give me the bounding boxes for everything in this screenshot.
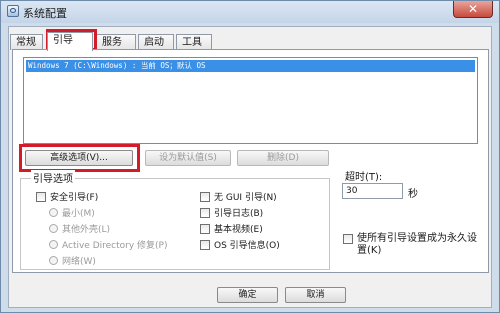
boot-os-entry[interactable]: Windows 7 (C:\Windows) : 当前 OS；默认 OS xyxy=(26,60,475,72)
set-default-button[interactable]: 设为默认值(S) xyxy=(145,150,231,166)
boot-log-checkbox[interactable]: 引导日志(B) xyxy=(200,206,263,219)
no-gui-boot-checkbox[interactable]: 无 GUI 引导(N) xyxy=(200,190,277,203)
tab-startup[interactable]: 启动 xyxy=(138,34,174,50)
checkbox-box[interactable] xyxy=(36,191,46,202)
no-gui-boot-label: 无 GUI 引导(N) xyxy=(214,193,277,203)
network-radio[interactable]: 网络(W) xyxy=(49,254,96,267)
persist-settings-label: 使所有引导设置成为永久设置(K) xyxy=(357,233,477,256)
checkbox-box[interactable] xyxy=(343,234,353,244)
window-title: 系统配置 xyxy=(23,7,67,20)
radio-circle[interactable] xyxy=(49,256,58,265)
active-directory-radio[interactable]: Active Directory 修复(P) xyxy=(49,238,168,251)
checkbox-box[interactable] xyxy=(200,239,210,250)
os-boot-info-checkbox[interactable]: OS 引导信息(O) xyxy=(200,238,280,251)
safe-boot-checkbox[interactable]: 安全引导(F) xyxy=(36,190,98,203)
checkbox-box[interactable] xyxy=(200,223,210,234)
tab-services[interactable]: 服务 xyxy=(96,34,136,50)
tab-tools[interactable]: 工具 xyxy=(176,34,212,50)
os-boot-info-label: OS 引导信息(O) xyxy=(214,241,280,251)
close-button[interactable]: ✕ xyxy=(453,1,493,18)
timeout-input[interactable]: 30 xyxy=(342,183,403,199)
boot-options-label: 引导选项 xyxy=(31,170,75,185)
active-directory-label: Active Directory 修复(P) xyxy=(62,241,168,251)
delete-button[interactable]: 删除(D) xyxy=(237,150,329,166)
minimal-label: 最小(M) xyxy=(62,209,95,219)
network-label: 网络(W) xyxy=(62,257,96,267)
alternate-shell-label: 其他外壳(L) xyxy=(62,225,111,235)
radio-circle[interactable] xyxy=(49,208,58,217)
base-video-label: 基本视频(E) xyxy=(214,225,263,235)
timeout-unit: 秒 xyxy=(408,189,418,200)
checkbox-box[interactable] xyxy=(200,207,210,218)
radio-circle[interactable] xyxy=(49,224,58,233)
cancel-button[interactable]: 取消 xyxy=(285,287,346,303)
tab-boot[interactable]: 引导 xyxy=(47,32,93,51)
safe-boot-label: 安全引导(F) xyxy=(50,193,99,203)
boot-log-label: 引导日志(B) xyxy=(214,209,264,219)
base-video-checkbox[interactable]: 基本视频(E) xyxy=(200,222,263,235)
persist-settings-checkbox[interactable]: 使所有引导设置成为永久设置(K) xyxy=(343,233,483,257)
ok-button[interactable]: 确定 xyxy=(217,287,278,303)
checkbox-box[interactable] xyxy=(200,191,210,202)
msconfig-icon xyxy=(7,5,19,17)
radio-circle[interactable] xyxy=(49,240,58,249)
boot-os-list[interactable]: Windows 7 (C:\Windows) : 当前 OS；默认 OS xyxy=(23,57,478,144)
alternate-shell-radio[interactable]: 其他外壳(L) xyxy=(49,222,110,235)
advanced-options-button[interactable]: 高级选项(V)... xyxy=(25,150,133,166)
timeout-label: 超时(T): xyxy=(345,172,383,183)
title-bar: 系统配置 ✕ xyxy=(1,1,499,23)
tab-general[interactable]: 常规 xyxy=(10,34,43,50)
minimal-radio[interactable]: 最小(M) xyxy=(49,206,95,219)
